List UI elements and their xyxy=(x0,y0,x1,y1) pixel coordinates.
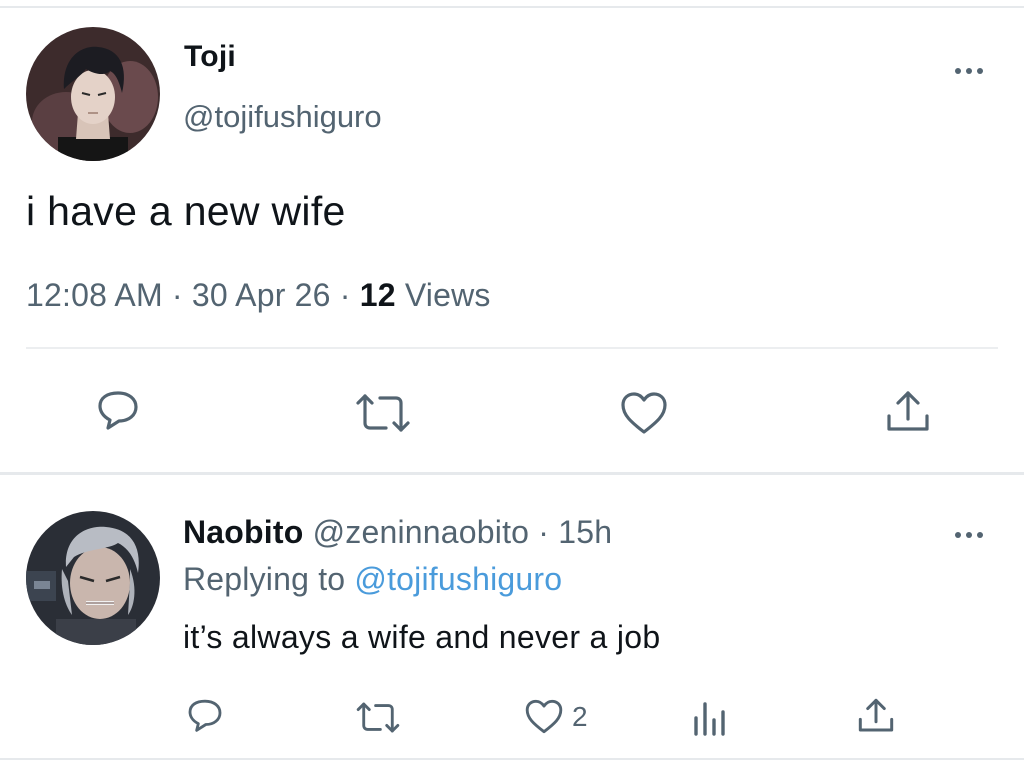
reply-author-handle[interactable]: @zeninnaobito xyxy=(313,514,530,550)
replying-prefix: Replying to xyxy=(183,561,346,597)
reply-retweet-button[interactable] xyxy=(355,700,401,735)
like-count: 2 xyxy=(572,700,588,732)
toji-avatar[interactable] xyxy=(26,27,160,161)
retweet-icon xyxy=(356,702,400,733)
reply-icon xyxy=(98,391,138,430)
author-handle[interactable]: @tojifushiguro xyxy=(183,99,382,135)
naobito-avatar[interactable] xyxy=(26,511,160,645)
tweet-date: 30 Apr 26 xyxy=(191,277,331,313)
meta-divider xyxy=(26,347,998,349)
reply-share-button[interactable] xyxy=(857,697,895,735)
share-icon xyxy=(858,698,894,732)
reply-time[interactable]: 15h xyxy=(558,514,612,550)
tweet-meta: 12:08 AM · 30 Apr 26 · 12 Views xyxy=(26,277,491,314)
author-name[interactable]: Toji xyxy=(184,40,236,74)
reply-header: Naobito @zeninnaobito · 15h xyxy=(183,514,612,551)
reply-reply-button[interactable] xyxy=(185,697,225,737)
tweet-text: i have a new wife xyxy=(26,188,346,234)
share-icon xyxy=(887,391,929,431)
reply-like-button[interactable]: 2 xyxy=(524,698,588,735)
reply-author-name[interactable]: Naobito xyxy=(183,514,304,550)
like-button[interactable] xyxy=(619,390,669,436)
tweet-detail-screen: Toji @tojifushiguro i have a new wife 12… xyxy=(0,0,1024,762)
replying-to: Replying to @tojifushiguro xyxy=(183,561,562,598)
retweet-icon xyxy=(356,394,410,432)
views-icon xyxy=(694,702,725,736)
tweet-time: 12:08 AM xyxy=(26,277,163,313)
more-icon[interactable] xyxy=(951,64,987,78)
views-label[interactable]: Views xyxy=(405,277,491,313)
header-separator: · xyxy=(538,514,550,550)
meta-separator: · xyxy=(171,277,183,313)
top-divider xyxy=(0,6,1024,8)
like-icon xyxy=(525,699,563,734)
reply-views-button[interactable] xyxy=(692,700,728,736)
share-button[interactable] xyxy=(885,389,931,435)
meta-separator: · xyxy=(339,277,351,313)
reply-more-icon[interactable] xyxy=(951,528,987,542)
views-count[interactable]: 12 xyxy=(360,277,396,313)
reply-text: it’s always a wife and never a job xyxy=(183,619,661,655)
replying-handle-link[interactable]: @tojifushiguro xyxy=(354,561,562,597)
reply-icon xyxy=(188,699,222,732)
like-icon xyxy=(621,392,667,434)
retweet-button[interactable] xyxy=(354,391,412,435)
bottom-divider xyxy=(0,758,1024,760)
tweet-divider xyxy=(0,472,1024,475)
reply-button[interactable] xyxy=(94,388,142,436)
